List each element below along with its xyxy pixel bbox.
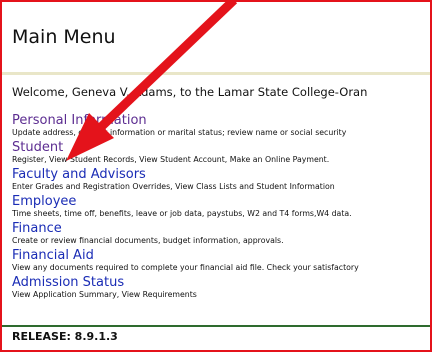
menu-item-student: Student Register, View Student Records, … [12, 141, 430, 168]
financial-aid-link[interactable]: Financial Aid [12, 249, 430, 263]
title-divider [2, 72, 430, 75]
menu-item-employee: Employee Time sheets, time off, benefits… [12, 195, 430, 222]
admission-status-link[interactable]: Admission Status [12, 276, 430, 290]
finance-link[interactable]: Finance [12, 222, 430, 236]
page-title: Main Menu [12, 26, 116, 48]
screenshot-frame: Main Menu Welcome, Geneva V. Adams, to t… [0, 0, 432, 352]
footer-divider [2, 325, 430, 327]
employee-description: Time sheets, time off, benefits, leave o… [12, 209, 352, 218]
faculty-and-advisors-link[interactable]: Faculty and Advisors [12, 168, 430, 182]
menu-item-admission-status: Admission Status View Application Summar… [12, 276, 430, 303]
welcome-message: Welcome, Geneva V. Adams, to the Lamar S… [12, 85, 368, 99]
menu-item-personal-information: Personal Information Update address, con… [12, 114, 430, 141]
menu-item-financial-aid: Financial Aid View any documents require… [12, 249, 430, 276]
personal-information-description: Update address, contact information or m… [12, 128, 347, 137]
student-description: Register, View Student Records, View Stu… [12, 155, 330, 164]
finance-description: Create or review financial documents, bu… [12, 236, 284, 245]
main-menu-list: Personal Information Update address, con… [12, 114, 430, 303]
employee-link[interactable]: Employee [12, 195, 430, 209]
financial-aid-description: View any documents required to complete … [12, 263, 359, 272]
personal-information-link[interactable]: Personal Information [12, 114, 430, 128]
faculty-and-advisors-description: Enter Grades and Registration Overrides,… [12, 182, 335, 191]
menu-item-faculty-and-advisors: Faculty and Advisors Enter Grades and Re… [12, 168, 430, 195]
release-version: RELEASE: 8.9.1.3 [12, 330, 118, 343]
student-link[interactable]: Student [12, 141, 430, 155]
admission-status-description: View Application Summary, View Requireme… [12, 290, 197, 299]
menu-item-finance: Finance Create or review financial docum… [12, 222, 430, 249]
